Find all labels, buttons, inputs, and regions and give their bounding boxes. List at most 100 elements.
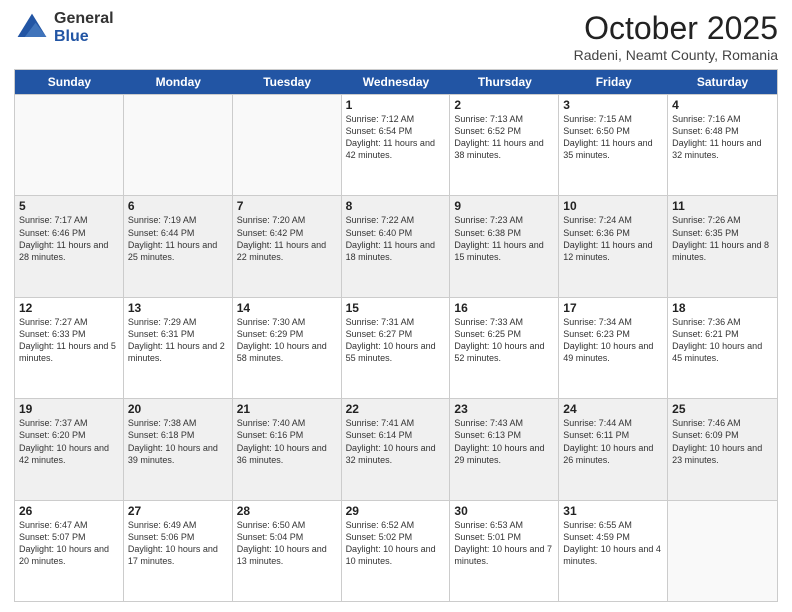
day-cell-1: 1Sunrise: 7:12 AM Sunset: 6:54 PM Daylig… [342,95,451,195]
day-cell-13: 13Sunrise: 7:29 AM Sunset: 6:31 PM Dayli… [124,298,233,398]
day-info: Sunrise: 7:22 AM Sunset: 6:40 PM Dayligh… [346,214,446,263]
day-info: Sunrise: 7:29 AM Sunset: 6:31 PM Dayligh… [128,316,228,365]
day-cell-empty [15,95,124,195]
day-info: Sunrise: 6:55 AM Sunset: 4:59 PM Dayligh… [563,519,663,568]
day-number: 21 [237,402,337,416]
day-cell-21: 21Sunrise: 7:40 AM Sunset: 6:16 PM Dayli… [233,399,342,499]
calendar-week-4: 19Sunrise: 7:37 AM Sunset: 6:20 PM Dayli… [15,398,777,499]
day-number: 31 [563,504,663,518]
day-number: 23 [454,402,554,416]
calendar-week-1: 1Sunrise: 7:12 AM Sunset: 6:54 PM Daylig… [15,94,777,195]
day-number: 29 [346,504,446,518]
day-cell-23: 23Sunrise: 7:43 AM Sunset: 6:13 PM Dayli… [450,399,559,499]
day-cell-15: 15Sunrise: 7:31 AM Sunset: 6:27 PM Dayli… [342,298,451,398]
day-cell-empty [124,95,233,195]
day-number: 6 [128,199,228,213]
day-number: 15 [346,301,446,315]
day-number: 16 [454,301,554,315]
day-info: Sunrise: 6:52 AM Sunset: 5:02 PM Dayligh… [346,519,446,568]
day-info: Sunrise: 6:53 AM Sunset: 5:01 PM Dayligh… [454,519,554,568]
day-info: Sunrise: 7:19 AM Sunset: 6:44 PM Dayligh… [128,214,228,263]
day-number: 28 [237,504,337,518]
day-info: Sunrise: 7:41 AM Sunset: 6:14 PM Dayligh… [346,417,446,466]
logo-general: General [54,10,114,27]
day-number: 8 [346,199,446,213]
day-number: 24 [563,402,663,416]
day-cell-29: 29Sunrise: 6:52 AM Sunset: 5:02 PM Dayli… [342,501,451,601]
day-info: Sunrise: 7:37 AM Sunset: 6:20 PM Dayligh… [19,417,119,466]
day-info: Sunrise: 7:38 AM Sunset: 6:18 PM Dayligh… [128,417,228,466]
day-info: Sunrise: 7:23 AM Sunset: 6:38 PM Dayligh… [454,214,554,263]
day-cell-empty [233,95,342,195]
page: General Blue October 2025 Radeni, Neamt … [0,0,792,612]
day-number: 12 [19,301,119,315]
day-number: 14 [237,301,337,315]
day-info: Sunrise: 6:47 AM Sunset: 5:07 PM Dayligh… [19,519,119,568]
day-header-friday: Friday [559,70,668,94]
title-block: October 2025 Radeni, Neamt County, Roman… [574,10,778,63]
day-info: Sunrise: 7:12 AM Sunset: 6:54 PM Dayligh… [346,113,446,162]
day-number: 18 [672,301,773,315]
day-info: Sunrise: 7:20 AM Sunset: 6:42 PM Dayligh… [237,214,337,263]
day-info: Sunrise: 7:13 AM Sunset: 6:52 PM Dayligh… [454,113,554,162]
day-cell-19: 19Sunrise: 7:37 AM Sunset: 6:20 PM Dayli… [15,399,124,499]
day-header-thursday: Thursday [450,70,559,94]
day-cell-2: 2Sunrise: 7:13 AM Sunset: 6:52 PM Daylig… [450,95,559,195]
day-header-monday: Monday [124,70,233,94]
day-number: 22 [346,402,446,416]
day-info: Sunrise: 7:46 AM Sunset: 6:09 PM Dayligh… [672,417,773,466]
day-header-tuesday: Tuesday [233,70,342,94]
day-number: 27 [128,504,228,518]
day-info: Sunrise: 7:33 AM Sunset: 6:25 PM Dayligh… [454,316,554,365]
calendar-title: October 2025 [574,10,778,47]
day-number: 4 [672,98,773,112]
logo-text: General Blue [54,10,114,45]
day-info: Sunrise: 7:16 AM Sunset: 6:48 PM Dayligh… [672,113,773,162]
day-cell-25: 25Sunrise: 7:46 AM Sunset: 6:09 PM Dayli… [668,399,777,499]
day-number: 30 [454,504,554,518]
day-number: 7 [237,199,337,213]
day-cell-31: 31Sunrise: 6:55 AM Sunset: 4:59 PM Dayli… [559,501,668,601]
day-cell-5: 5Sunrise: 7:17 AM Sunset: 6:46 PM Daylig… [15,196,124,296]
day-number: 2 [454,98,554,112]
header: General Blue October 2025 Radeni, Neamt … [14,10,778,63]
calendar-week-2: 5Sunrise: 7:17 AM Sunset: 6:46 PM Daylig… [15,195,777,296]
day-cell-17: 17Sunrise: 7:34 AM Sunset: 6:23 PM Dayli… [559,298,668,398]
calendar: SundayMondayTuesdayWednesdayThursdayFrid… [14,69,778,602]
day-number: 26 [19,504,119,518]
logo: General Blue [14,10,114,46]
day-header-wednesday: Wednesday [342,70,451,94]
day-cell-9: 9Sunrise: 7:23 AM Sunset: 6:38 PM Daylig… [450,196,559,296]
logo-icon [14,10,50,46]
day-info: Sunrise: 7:30 AM Sunset: 6:29 PM Dayligh… [237,316,337,365]
calendar-week-5: 26Sunrise: 6:47 AM Sunset: 5:07 PM Dayli… [15,500,777,601]
day-cell-24: 24Sunrise: 7:44 AM Sunset: 6:11 PM Dayli… [559,399,668,499]
day-number: 10 [563,199,663,213]
day-cell-18: 18Sunrise: 7:36 AM Sunset: 6:21 PM Dayli… [668,298,777,398]
day-info: Sunrise: 6:49 AM Sunset: 5:06 PM Dayligh… [128,519,228,568]
day-cell-28: 28Sunrise: 6:50 AM Sunset: 5:04 PM Dayli… [233,501,342,601]
day-cell-empty [668,501,777,601]
day-number: 11 [672,199,773,213]
calendar-subtitle: Radeni, Neamt County, Romania [574,47,778,63]
day-cell-30: 30Sunrise: 6:53 AM Sunset: 5:01 PM Dayli… [450,501,559,601]
day-info: Sunrise: 7:17 AM Sunset: 6:46 PM Dayligh… [19,214,119,263]
day-info: Sunrise: 7:36 AM Sunset: 6:21 PM Dayligh… [672,316,773,365]
day-info: Sunrise: 7:43 AM Sunset: 6:13 PM Dayligh… [454,417,554,466]
day-info: Sunrise: 7:15 AM Sunset: 6:50 PM Dayligh… [563,113,663,162]
day-cell-6: 6Sunrise: 7:19 AM Sunset: 6:44 PM Daylig… [124,196,233,296]
day-number: 17 [563,301,663,315]
day-info: Sunrise: 7:24 AM Sunset: 6:36 PM Dayligh… [563,214,663,263]
day-cell-20: 20Sunrise: 7:38 AM Sunset: 6:18 PM Dayli… [124,399,233,499]
day-cell-12: 12Sunrise: 7:27 AM Sunset: 6:33 PM Dayli… [15,298,124,398]
day-info: Sunrise: 7:27 AM Sunset: 6:33 PM Dayligh… [19,316,119,365]
day-number: 5 [19,199,119,213]
day-cell-27: 27Sunrise: 6:49 AM Sunset: 5:06 PM Dayli… [124,501,233,601]
day-number: 19 [19,402,119,416]
day-cell-11: 11Sunrise: 7:26 AM Sunset: 6:35 PM Dayli… [668,196,777,296]
calendar-header: SundayMondayTuesdayWednesdayThursdayFrid… [15,70,777,94]
calendar-week-3: 12Sunrise: 7:27 AM Sunset: 6:33 PM Dayli… [15,297,777,398]
day-info: Sunrise: 7:40 AM Sunset: 6:16 PM Dayligh… [237,417,337,466]
day-cell-26: 26Sunrise: 6:47 AM Sunset: 5:07 PM Dayli… [15,501,124,601]
day-cell-4: 4Sunrise: 7:16 AM Sunset: 6:48 PM Daylig… [668,95,777,195]
